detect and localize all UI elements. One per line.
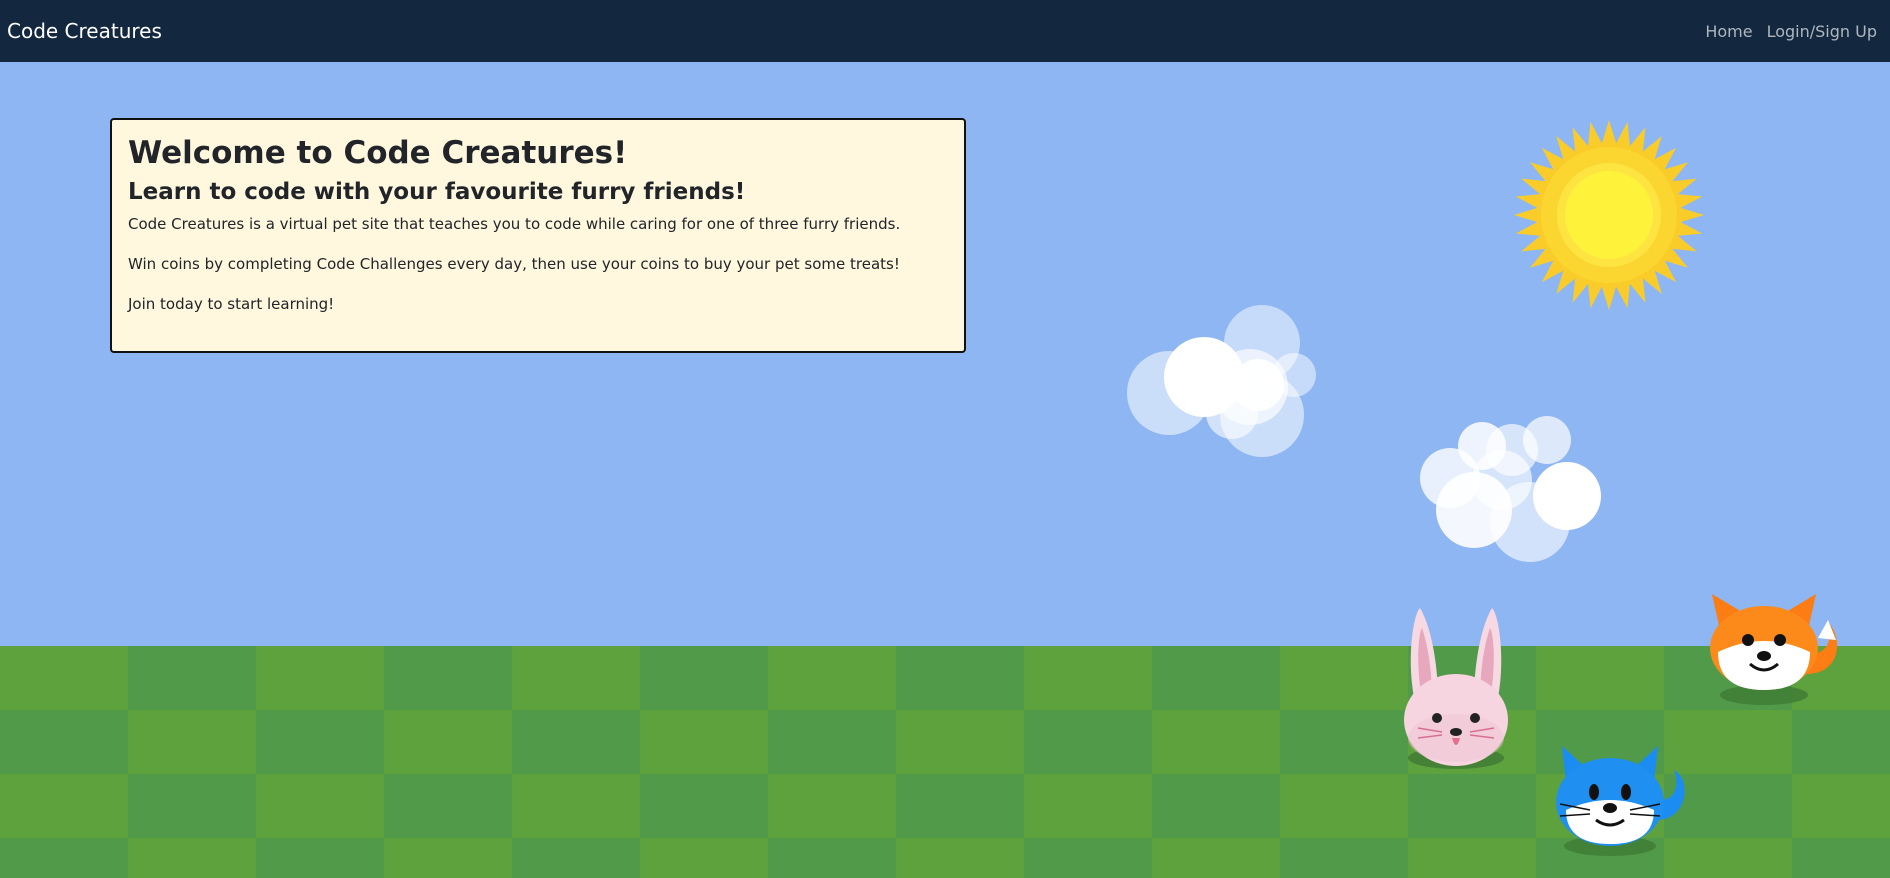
grass-tile xyxy=(256,838,384,878)
grass-tile xyxy=(512,710,640,774)
grass-tile xyxy=(1024,838,1152,878)
grass-tile xyxy=(0,838,128,878)
grass-tile xyxy=(1536,646,1664,710)
cloud-icon xyxy=(1127,305,1316,457)
grass-tile xyxy=(512,646,640,710)
grass-tile xyxy=(640,646,768,710)
grass-tile xyxy=(1024,646,1152,710)
grass-tile xyxy=(0,774,128,838)
grass-tile xyxy=(128,710,256,774)
grass-tile xyxy=(256,710,384,774)
grass-tile xyxy=(384,838,512,878)
grass-tile xyxy=(1024,710,1152,774)
grass-tile xyxy=(512,838,640,878)
grass-tile xyxy=(512,774,640,838)
welcome-card: Welcome to Code Creatures! Learn to code… xyxy=(110,118,966,353)
grass-tile xyxy=(1280,646,1408,710)
grass-tile xyxy=(1792,838,1890,878)
grass-tile xyxy=(1280,838,1408,878)
grass-tile xyxy=(256,646,384,710)
intro-paragraph: Code Creatures is a virtual pet site tha… xyxy=(128,215,901,234)
nav-links: Home Login/Sign Up xyxy=(1705,22,1877,41)
join-paragraph: Join today to start learning! xyxy=(128,295,335,314)
grass-tile xyxy=(768,838,896,878)
grass-tile xyxy=(1408,838,1536,878)
grass-tile xyxy=(1024,774,1152,838)
grass-tile xyxy=(640,710,768,774)
nav-home-link[interactable]: Home xyxy=(1705,22,1752,41)
grass-tile xyxy=(896,710,1024,774)
grass-tile xyxy=(1152,838,1280,878)
grass-tile xyxy=(128,838,256,878)
grass-tile xyxy=(1152,646,1280,710)
grass-tile xyxy=(896,774,1024,838)
grass-tile xyxy=(896,646,1024,710)
rabbit-icon xyxy=(1404,608,1508,769)
grass-tile xyxy=(1280,774,1408,838)
grass-tile xyxy=(1152,774,1280,838)
grass-tile xyxy=(384,774,512,838)
welcome-title: Welcome to Code Creatures! xyxy=(128,135,628,171)
coins-paragraph: Win coins by completing Code Challenges … xyxy=(128,255,900,274)
grass-tile xyxy=(384,646,512,710)
grass-tile xyxy=(384,710,512,774)
grass-tile xyxy=(640,774,768,838)
grass-tile xyxy=(0,710,128,774)
grass-tile xyxy=(768,774,896,838)
grass-tile xyxy=(1792,774,1890,838)
grass-tile xyxy=(0,646,128,710)
navbar: Code Creatures Home Login/Sign Up xyxy=(0,0,1890,62)
grass-tile xyxy=(128,646,256,710)
grass-tile xyxy=(128,774,256,838)
fox-icon xyxy=(1710,594,1838,705)
grass-tile xyxy=(1280,710,1408,774)
grass-tile xyxy=(1792,710,1890,774)
welcome-subtitle: Learn to code with your favourite furry … xyxy=(128,178,746,205)
sun-icon xyxy=(1514,120,1704,310)
grass-tile xyxy=(256,774,384,838)
grass-tile xyxy=(1408,774,1536,838)
brand-link[interactable]: Code Creatures xyxy=(7,19,162,43)
grass-tile xyxy=(896,838,1024,878)
cat-icon xyxy=(1556,746,1685,856)
grass-tile xyxy=(640,838,768,878)
grass-tile xyxy=(1152,710,1280,774)
grass-tile xyxy=(768,646,896,710)
grass-tile xyxy=(768,710,896,774)
cloud-icon xyxy=(1420,416,1601,562)
nav-login-signup-link[interactable]: Login/Sign Up xyxy=(1767,22,1877,41)
